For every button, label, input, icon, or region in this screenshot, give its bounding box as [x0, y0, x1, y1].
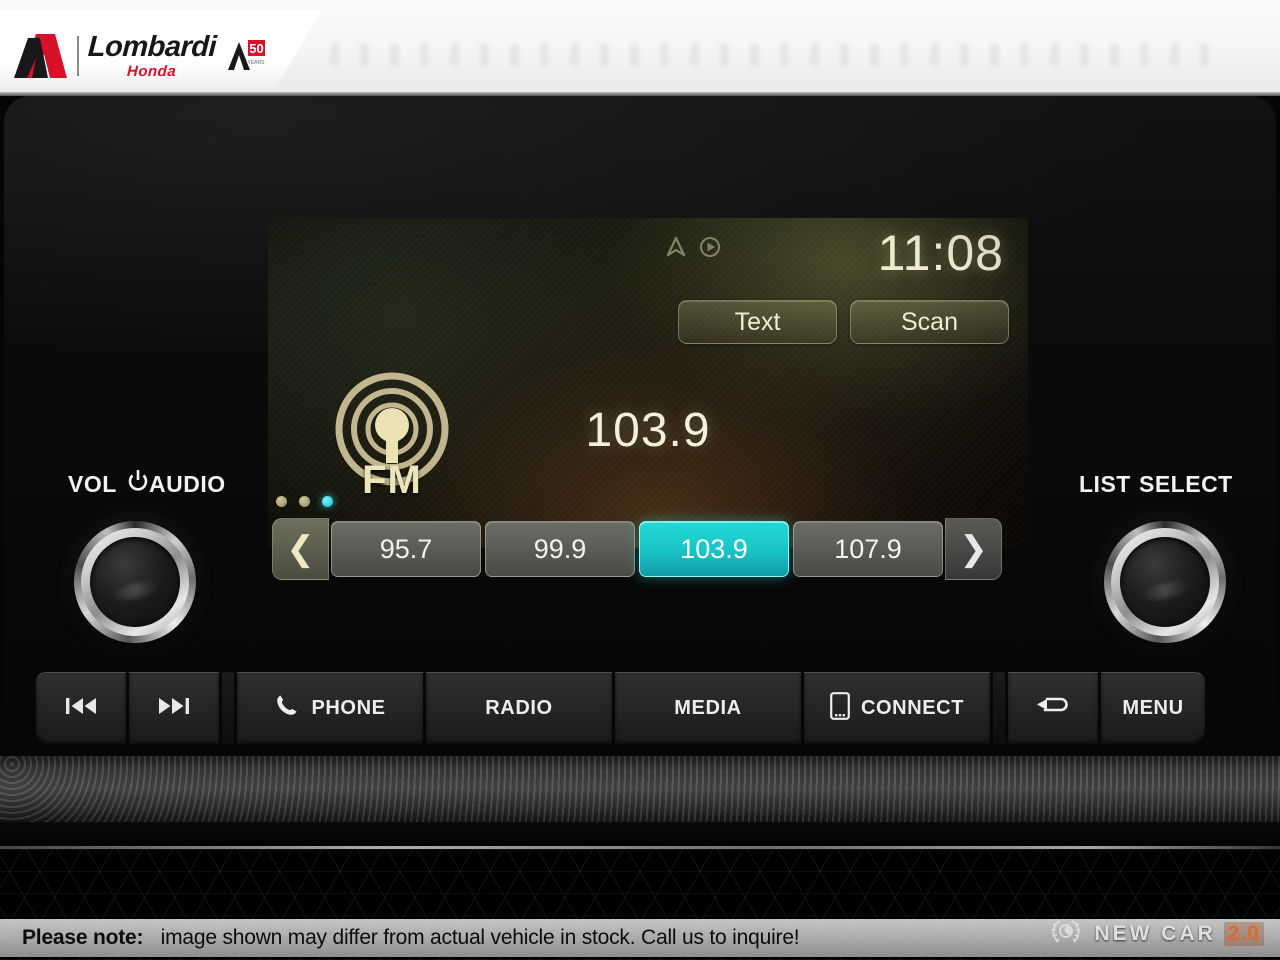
watermark-version: 2.0	[1223, 922, 1264, 946]
hard-button-bar: PHONE RADIO MEDIA CONNECT MENU	[36, 672, 1244, 744]
skip-back-icon	[64, 697, 98, 721]
select-label: SELECT	[1139, 471, 1233, 497]
vol-label: VOL	[68, 471, 117, 497]
svg-text:YEARS: YEARS	[248, 60, 266, 66]
media-button-label: MEDIA	[674, 697, 742, 719]
background-texture	[330, 44, 1230, 66]
select-knob-gloss	[1138, 577, 1192, 605]
preset-row: ❮ 95.7 99.9 103.9 107.9 ❯	[272, 518, 1002, 580]
page-dot-3[interactable]	[322, 496, 333, 507]
phone-button-label: PHONE	[311, 697, 386, 719]
preset-label-3: 103.9	[680, 533, 748, 564]
phone-button[interactable]: PHONE	[237, 672, 423, 744]
dealer-brand: Honda	[127, 63, 178, 80]
phone-handset-icon	[274, 693, 300, 725]
menu-button-label: MENU	[1122, 697, 1184, 719]
screenshot-root: Lombardi Honda 50 YEARS ❮ 95.7 99.9 103.…	[0, 0, 1280, 960]
page-dot-2[interactable]	[299, 496, 310, 507]
preset-next-button[interactable]: ❯	[945, 518, 1002, 580]
preset-area: ❮ 95.7 99.9 103.9 107.9 ❯	[268, 492, 1028, 592]
next-track-button[interactable]	[129, 672, 219, 744]
smartphone-icon	[830, 691, 850, 726]
dealer-wordmark: Lombardi Honda	[87, 31, 217, 80]
radio-button-label: RADIO	[485, 697, 553, 719]
back-arrow-icon	[1035, 695, 1071, 723]
disclaimer-body: image shown may differ from actual vehic…	[160, 926, 800, 949]
power-icon	[128, 470, 148, 497]
dealer-header-band: Lombardi Honda 50 YEARS	[0, 0, 1280, 96]
preset-label-2: 99.9	[533, 533, 587, 564]
select-knob-face	[1120, 537, 1210, 627]
select-knob[interactable]	[1104, 521, 1226, 643]
preset-page-dots[interactable]	[276, 496, 333, 507]
dealer-logo: Lombardi Honda 50 YEARS	[14, 31, 269, 80]
button-bar-gap-2	[993, 672, 1005, 744]
previous-track-button[interactable]	[36, 672, 126, 744]
disclaimer-label: Please note:	[22, 926, 144, 949]
volume-knob-face	[90, 537, 180, 627]
back-button[interactable]	[1008, 672, 1098, 744]
menu-button[interactable]: MENU	[1101, 672, 1205, 744]
volume-knob[interactable]	[74, 521, 196, 643]
button-bar-gap-1	[222, 672, 234, 744]
radio-button[interactable]: RADIO	[426, 672, 612, 744]
logo-divider	[77, 36, 79, 76]
preset-button-1[interactable]: 95.7	[331, 521, 481, 577]
head-unit-bezel: 11:08 Text Scan	[4, 96, 1276, 756]
svg-text:50: 50	[249, 41, 263, 56]
dashboard-trim	[0, 756, 1280, 822]
preset-label-1: 95.7	[379, 533, 433, 564]
connect-button[interactable]: CONNECT	[804, 672, 990, 744]
skip-forward-icon	[157, 697, 191, 721]
preset-button-3[interactable]: 103.9	[639, 521, 789, 577]
dealer-name: Lombardi	[87, 31, 217, 63]
preset-button-4[interactable]: 107.9	[793, 521, 943, 577]
chevron-left-icon: ❮	[286, 530, 315, 568]
disclaimer-text: Please note: image shown may differ from…	[22, 926, 800, 950]
anniversary-badge-icon: 50 YEARS	[225, 34, 269, 78]
preset-button-2[interactable]: 99.9	[485, 521, 635, 577]
lombardi-a-mark-icon	[14, 32, 68, 80]
media-button[interactable]: MEDIA	[615, 672, 801, 744]
connect-button-label: CONNECT	[860, 697, 965, 719]
list-label: LIST	[1079, 471, 1131, 497]
preset-label-4: 107.9	[834, 533, 902, 564]
chevron-right-icon: ❯	[959, 530, 988, 568]
watermark-label: NEW CAR	[1094, 922, 1216, 945]
volume-knob-gloss	[108, 577, 162, 605]
page-dot-1[interactable]	[276, 496, 287, 507]
audio-label: AUDIO	[149, 471, 226, 497]
laurel-wreath-icon	[1046, 917, 1086, 952]
preset-prev-button[interactable]: ❮	[272, 518, 329, 580]
dealer-logo-plate: Lombardi Honda 50 YEARS	[0, 10, 322, 88]
new-car-watermark: NEW CAR 2.0	[1046, 912, 1264, 956]
